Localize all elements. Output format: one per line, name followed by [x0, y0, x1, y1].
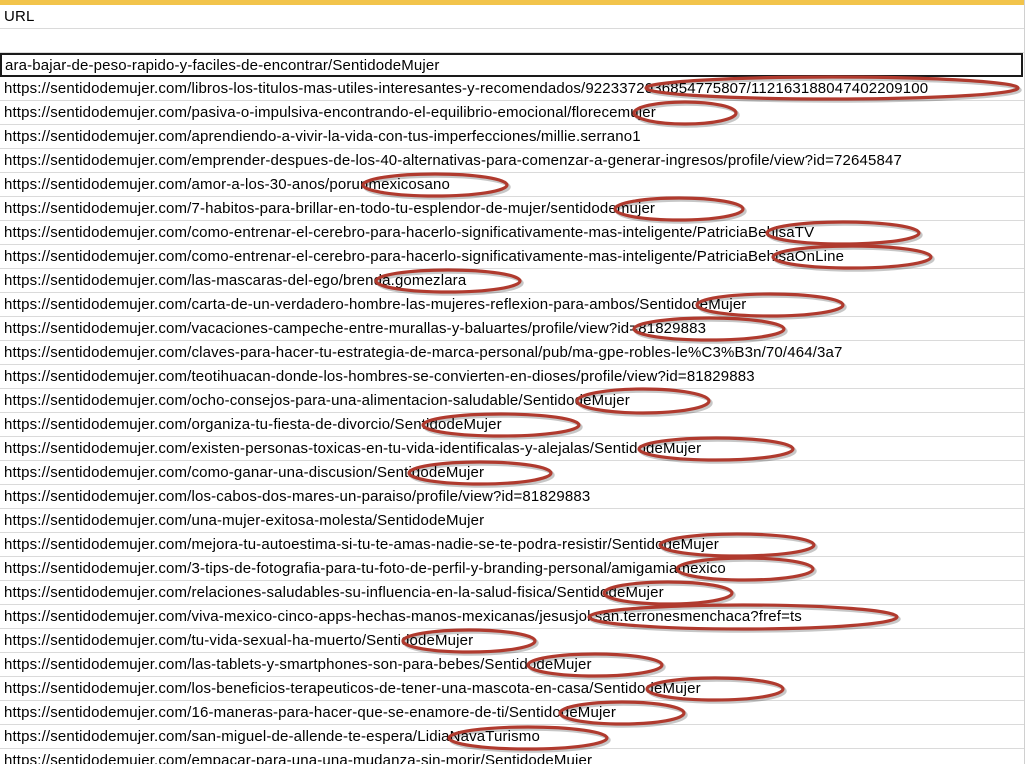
- url-cell-value: https://sentidodemujer.com/libros-los-ti…: [4, 80, 929, 97]
- url-cell-value: https://sentidodemujer.com/organiza-tu-f…: [4, 416, 502, 433]
- url-cell-value: https://sentidodemujer.com/como-entrenar…: [4, 224, 815, 241]
- url-row[interactable]: https://sentidodemujer.com/viva-mexico-c…: [0, 605, 1025, 629]
- url-row[interactable]: https://sentidodemujer.com/carta-de-un-v…: [0, 293, 1025, 317]
- url-cell-value: https://sentidodemujer.com/emprender-des…: [4, 152, 902, 169]
- url-row[interactable]: https://sentidodemujer.com/tu-vida-sexua…: [0, 629, 1025, 653]
- url-row[interactable]: https://sentidodemujer.com/san-miguel-de…: [0, 725, 1025, 749]
- url-cell-value: https://sentidodemujer.com/teotihuacan-d…: [4, 368, 755, 385]
- url-row[interactable]: https://sentidodemujer.com/emprender-des…: [0, 149, 1025, 173]
- url-cell-value: https://sentidodemujer.com/claves-para-h…: [4, 344, 843, 361]
- url-cell-value: https://sentidodemujer.com/ocho-consejos…: [4, 392, 630, 409]
- column-header-cell[interactable]: URL: [0, 5, 1025, 29]
- url-cell-value: https://sentidodemujer.com/pasiva-o-impu…: [4, 104, 656, 121]
- url-row[interactable]: https://sentidodemujer.com/claves-para-h…: [0, 341, 1025, 365]
- url-cell-value: https://sentidodemujer.com/3-tips-de-fot…: [4, 560, 726, 577]
- url-row[interactable]: https://sentidodemujer.com/organiza-tu-f…: [0, 413, 1025, 437]
- url-row[interactable]: https://sentidodemujer.com/aprendiendo-a…: [0, 125, 1025, 149]
- url-row[interactable]: https://sentidodemujer.com/16-maneras-pa…: [0, 701, 1025, 725]
- url-row[interactable]: https://sentidodemujer.com/empacar-para-…: [0, 749, 1025, 764]
- url-row[interactable]: https://sentidodemujer.com/una-mujer-exi…: [0, 509, 1025, 533]
- url-cell-value: https://sentidodemujer.com/relaciones-sa…: [4, 584, 664, 601]
- url-row[interactable]: https://sentidodemujer.com/vacaciones-ca…: [0, 317, 1025, 341]
- url-row[interactable]: https://sentidodemujer.com/los-beneficio…: [0, 677, 1025, 701]
- url-cell-value: https://sentidodemujer.com/las-tablets-y…: [4, 656, 592, 673]
- active-cell-value: ara-bajar-de-peso-rapido-y-faciles-de-en…: [5, 57, 440, 74]
- url-row[interactable]: https://sentidodemujer.com/como-entrenar…: [0, 245, 1025, 269]
- url-cell-value: https://sentidodemujer.com/san-miguel-de…: [4, 728, 540, 745]
- url-cell-value: https://sentidodemujer.com/una-mujer-exi…: [4, 512, 485, 529]
- column-header-label: URL: [4, 8, 35, 25]
- url-cell-value: https://sentidodemujer.com/como-entrenar…: [4, 248, 845, 265]
- url-cell-value: https://sentidodemujer.com/aprendiendo-a…: [4, 128, 641, 145]
- url-row[interactable]: https://sentidodemujer.com/mejora-tu-aut…: [0, 533, 1025, 557]
- url-cell-value: https://sentidodemujer.com/amor-a-los-30…: [4, 176, 451, 193]
- empty-cell[interactable]: [0, 29, 1025, 53]
- url-cell-value: https://sentidodemujer.com/mejora-tu-aut…: [4, 536, 719, 553]
- url-row[interactable]: https://sentidodemujer.com/existen-perso…: [0, 437, 1025, 461]
- url-cell-value: https://sentidodemujer.com/empacar-para-…: [4, 752, 593, 764]
- url-row[interactable]: https://sentidodemujer.com/libros-los-ti…: [0, 77, 1025, 101]
- url-cell-value: https://sentidodemujer.com/tu-vida-sexua…: [4, 632, 474, 649]
- url-cell-value: https://sentidodemujer.com/7-habitos-par…: [4, 200, 656, 217]
- url-row[interactable]: https://sentidodemujer.com/amor-a-los-30…: [0, 173, 1025, 197]
- url-row[interactable]: https://sentidodemujer.com/las-tablets-y…: [0, 653, 1025, 677]
- url-cell-value: https://sentidodemujer.com/16-maneras-pa…: [4, 704, 617, 721]
- url-cell-value: https://sentidodemujer.com/existen-perso…: [4, 440, 702, 457]
- url-row[interactable]: https://sentidodemujer.com/7-habitos-par…: [0, 197, 1025, 221]
- active-cell[interactable]: ara-bajar-de-peso-rapido-y-faciles-de-en…: [0, 53, 1023, 77]
- url-row[interactable]: https://sentidodemujer.com/relaciones-sa…: [0, 581, 1025, 605]
- url-row[interactable]: https://sentidodemujer.com/pasiva-o-impu…: [0, 101, 1025, 125]
- url-cell-value: https://sentidodemujer.com/las-mascaras-…: [4, 272, 467, 289]
- url-cell-value: https://sentidodemujer.com/viva-mexico-c…: [4, 608, 802, 625]
- url-cell-value: https://sentidodemujer.com/como-ganar-un…: [4, 464, 485, 481]
- url-row[interactable]: https://sentidodemujer.com/ocho-consejos…: [0, 389, 1025, 413]
- url-row[interactable]: https://sentidodemujer.com/teotihuacan-d…: [0, 365, 1025, 389]
- url-cell-value: https://sentidodemujer.com/los-beneficio…: [4, 680, 701, 697]
- spreadsheet: URL ara-bajar-de-peso-rapido-y-faciles-d…: [0, 0, 1025, 764]
- url-row[interactable]: https://sentidodemujer.com/3-tips-de-fot…: [0, 557, 1025, 581]
- url-row[interactable]: https://sentidodemujer.com/como-ganar-un…: [0, 461, 1025, 485]
- url-cell-value: https://sentidodemujer.com/vacaciones-ca…: [4, 320, 707, 337]
- url-row[interactable]: https://sentidodemujer.com/los-cabos-dos…: [0, 485, 1025, 509]
- url-row[interactable]: https://sentidodemujer.com/como-entrenar…: [0, 221, 1025, 245]
- url-cell-value: https://sentidodemujer.com/carta-de-un-v…: [4, 296, 747, 313]
- url-row[interactable]: https://sentidodemujer.com/las-mascaras-…: [0, 269, 1025, 293]
- url-cell-value: https://sentidodemujer.com/los-cabos-dos…: [4, 488, 591, 505]
